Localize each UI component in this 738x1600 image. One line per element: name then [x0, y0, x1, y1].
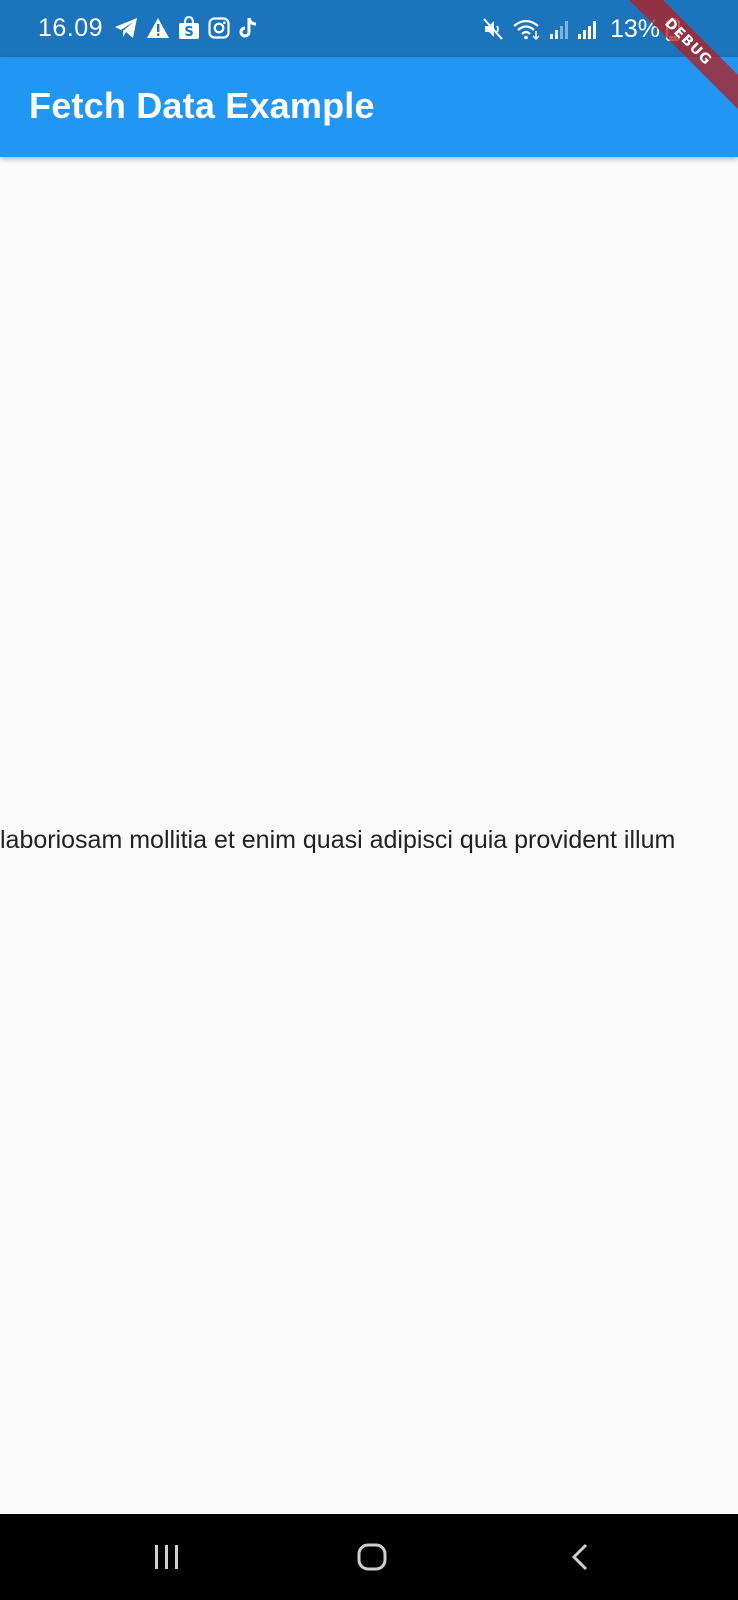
warning-icon [146, 17, 170, 39]
wifi-icon [512, 17, 542, 41]
instagram-icon [208, 17, 230, 39]
app-bar: Fetch Data Example [0, 57, 738, 157]
telegram-icon [114, 17, 138, 39]
page-title: Fetch Data Example [29, 85, 375, 126]
home-icon[interactable] [356, 1542, 388, 1572]
notification-icons: S [114, 16, 260, 40]
tiktok-icon [238, 16, 260, 40]
main-content: laboriosam mollitia et enim quasi adipis… [0, 157, 738, 1514]
signal-icon [548, 18, 570, 40]
fetched-album-title: laboriosam mollitia et enim quasi adipis… [0, 826, 676, 854]
status-bar: 16.09 S 13% [0, 0, 738, 57]
mute-icon [482, 17, 506, 41]
status-time: 16.09 [38, 14, 104, 42]
back-icon[interactable] [568, 1542, 592, 1572]
signal-icon [576, 18, 598, 40]
svg-text:S: S [184, 25, 193, 40]
navigation-bar [0, 1514, 738, 1600]
shopee-icon: S [178, 16, 200, 40]
recent-apps-icon[interactable] [152, 1542, 182, 1572]
